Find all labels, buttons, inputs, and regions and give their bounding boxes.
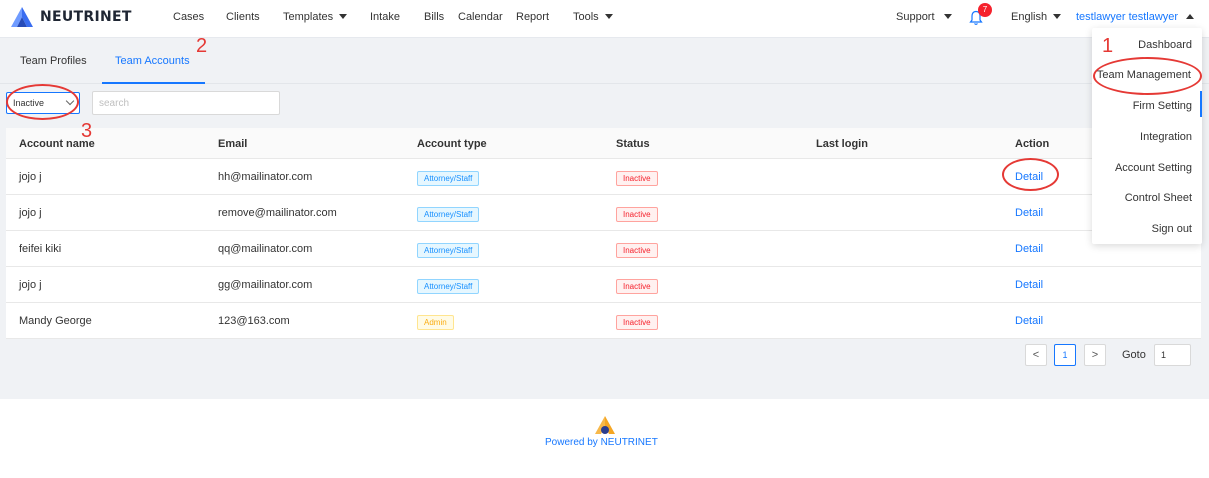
account-name: Mandy George xyxy=(19,315,92,327)
account-email: hh@mailinator.com xyxy=(218,171,313,183)
neutrinet-footer-logo-icon xyxy=(595,416,615,434)
nav-user-menu[interactable]: testlawyer testlawyer xyxy=(1076,11,1195,23)
account-email: qq@mailinator.com xyxy=(218,243,313,255)
active-tab-indicator xyxy=(102,82,205,84)
nav-tools[interactable]: Tools xyxy=(573,11,613,23)
caret-down-icon xyxy=(604,14,613,19)
account-name: jojo j xyxy=(19,171,42,183)
account-name: jojo j xyxy=(19,207,42,219)
tab-bar: Team Profiles Team Accounts xyxy=(0,38,1209,84)
nav-report[interactable]: Report xyxy=(516,11,549,23)
menu-item-firm-setting[interactable]: Firm Setting xyxy=(1133,100,1192,112)
menu-item-sign-out[interactable]: Sign out xyxy=(1152,223,1192,235)
top-navbar: NEUTRINET Cases Clients Templates Intake… xyxy=(0,0,1209,38)
detail-link[interactable]: Detail xyxy=(1015,315,1043,327)
nav-clients[interactable]: Clients xyxy=(226,11,260,23)
account-email: 123@163.com xyxy=(218,315,290,327)
nav-support[interactable]: Support xyxy=(896,11,952,23)
prev-page-button[interactable]: < xyxy=(1025,344,1047,366)
user-dropdown-menu: Dashboard Team Management Firm Setting I… xyxy=(1092,28,1202,244)
status-badge: Inactive xyxy=(616,315,658,330)
col-action: Action xyxy=(1015,138,1050,150)
table-row: jojo j remove@mailinator.com Attorney/St… xyxy=(6,195,1201,231)
table-row: Mandy George 123@163.com Admin Inactive … xyxy=(6,303,1201,339)
user-name: testlawyer testlawyer xyxy=(1076,11,1179,23)
col-account-type: Account type xyxy=(417,138,487,150)
table-row: jojo j gg@mailinator.com Attorney/Staff … xyxy=(6,267,1201,303)
detail-link[interactable]: Detail xyxy=(1015,243,1043,255)
caret-down-icon xyxy=(943,14,952,19)
nav-bills[interactable]: Bills xyxy=(424,11,444,23)
status-filter-value: Inactive xyxy=(13,98,45,108)
nav-language[interactable]: English xyxy=(1011,11,1062,23)
menu-scroll-indicator xyxy=(1200,91,1202,117)
col-last-login: Last login xyxy=(816,138,868,150)
account-name: jojo j xyxy=(19,279,42,291)
neutrinet-logo-icon xyxy=(11,7,33,27)
account-type-tag: Attorney/Staff xyxy=(417,279,480,294)
annotation-number-3: 3 xyxy=(81,120,93,142)
account-type-tag: Attorney/Staff xyxy=(417,171,480,186)
brand-logo[interactable]: NEUTRINET xyxy=(10,6,132,28)
col-status: Status xyxy=(616,138,650,150)
table-row: jojo j hh@mailinator.com Attorney/Staff … xyxy=(6,159,1201,195)
caret-up-icon xyxy=(1186,14,1195,19)
nav-calendar[interactable]: Calendar xyxy=(458,11,503,23)
accounts-table: Account name Email Account type Status L… xyxy=(6,128,1201,339)
page-number-button[interactable]: 1 xyxy=(1054,344,1076,366)
status-badge: Inactive xyxy=(616,207,658,222)
detail-link[interactable]: Detail xyxy=(1015,207,1043,219)
nav-templates[interactable]: Templates xyxy=(283,11,348,23)
goto-page-input[interactable] xyxy=(1154,344,1191,366)
notification-badge: 7 xyxy=(978,3,992,17)
table-row: feifei kiki qq@mailinator.com Attorney/S… xyxy=(6,231,1201,267)
goto-label: Goto xyxy=(1122,349,1146,361)
account-type-tag: Attorney/Staff xyxy=(417,207,480,222)
caret-down-icon xyxy=(1053,14,1062,19)
menu-item-dashboard[interactable]: Dashboard xyxy=(1138,39,1192,51)
nav-templates-label: Templates xyxy=(283,11,334,23)
annotation-number-2: 2 xyxy=(196,35,208,57)
page-content: Team Profiles Team Accounts Inactive Acc… xyxy=(0,38,1209,399)
menu-item-integration[interactable]: Integration xyxy=(1140,131,1192,143)
table-header: Account name Email Account type Status L… xyxy=(6,128,1201,159)
annotation-number-1: 1 xyxy=(1102,35,1114,57)
search-input[interactable] xyxy=(92,91,280,115)
nav-language-label: English xyxy=(1011,11,1048,23)
nav-cases[interactable]: Cases xyxy=(173,11,204,23)
account-name: feifei kiki xyxy=(19,243,62,255)
nav-intake[interactable]: Intake xyxy=(370,11,400,23)
account-type-tag: Admin xyxy=(417,315,454,330)
powered-by-text[interactable]: Powered by NEUTRINET xyxy=(545,437,658,448)
next-page-button[interactable]: > xyxy=(1084,344,1106,366)
tab-team-profiles[interactable]: Team Profiles xyxy=(20,55,87,67)
detail-link[interactable]: Detail xyxy=(1015,279,1043,291)
account-type-tag: Attorney/Staff xyxy=(417,243,480,258)
status-filter-select[interactable]: Inactive xyxy=(6,92,80,114)
menu-item-account-setting[interactable]: Account Setting xyxy=(1115,162,1192,174)
menu-item-control-sheet[interactable]: Control Sheet xyxy=(1125,192,1192,204)
nav-support-label: Support xyxy=(896,11,935,23)
chevron-down-icon xyxy=(65,96,75,106)
menu-item-team-management[interactable]: Team Management xyxy=(1097,69,1191,81)
caret-down-icon xyxy=(339,14,348,19)
detail-link[interactable]: Detail xyxy=(1015,171,1043,183)
col-email: Email xyxy=(218,138,248,150)
status-badge: Inactive xyxy=(616,171,658,186)
status-badge: Inactive xyxy=(616,279,658,294)
account-email: remove@mailinator.com xyxy=(218,207,337,219)
nav-tools-label: Tools xyxy=(573,11,599,23)
account-email: gg@mailinator.com xyxy=(218,279,313,291)
status-badge: Inactive xyxy=(616,243,658,258)
brand-name: NEUTRINET xyxy=(40,9,132,25)
tab-team-accounts[interactable]: Team Accounts xyxy=(115,55,190,67)
